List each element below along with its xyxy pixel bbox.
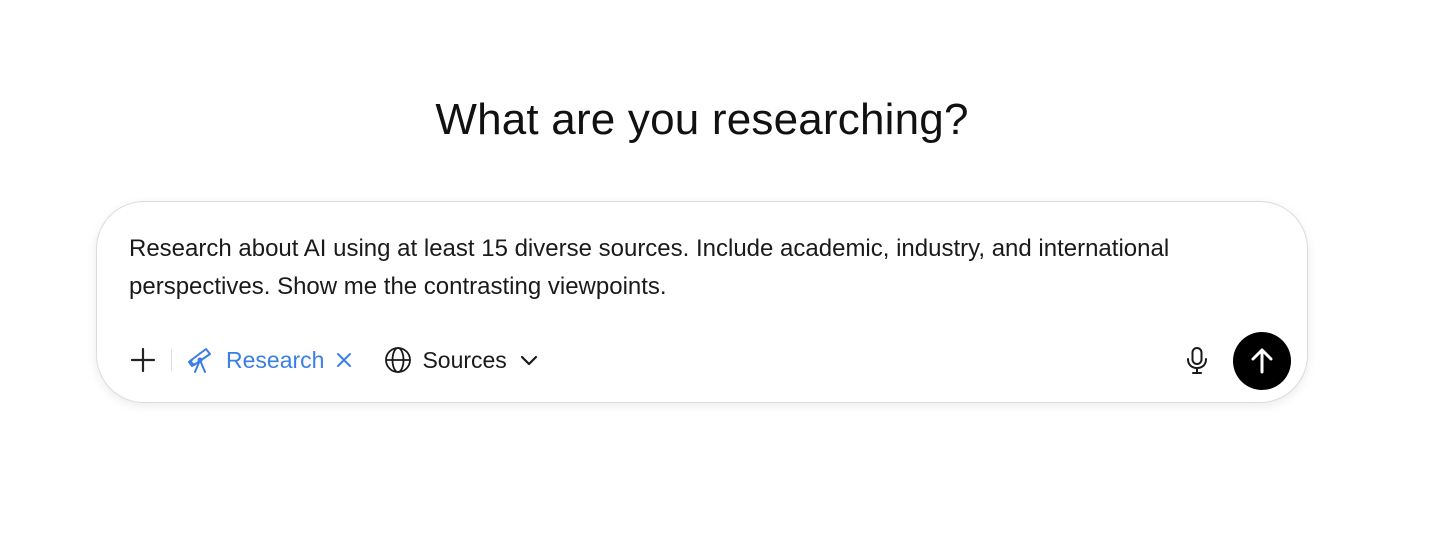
plus-icon <box>130 347 156 373</box>
prompt-input[interactable]: Research about AI using at least 15 dive… <box>129 230 1269 306</box>
arrow-up-icon <box>1251 348 1273 374</box>
composer-actions <box>1177 332 1291 390</box>
close-icon <box>337 353 352 367</box>
sources-dropdown[interactable]: Sources <box>384 340 538 380</box>
add-attachment-button[interactable] <box>125 342 161 378</box>
globe-icon <box>385 347 412 373</box>
voice-input-button[interactable] <box>1177 341 1217 381</box>
composer-toolbar: Research Sources <box>125 332 539 388</box>
toolbar-divider <box>171 349 172 371</box>
research-chip-label: Research <box>226 346 325 373</box>
sources-label: Sources <box>422 346 507 373</box>
telescope-icon <box>188 348 211 373</box>
send-button[interactable] <box>1233 332 1291 390</box>
research-page: What are you researching? Research about… <box>0 0 1456 542</box>
prompt-composer: Research about AI using at least 15 dive… <box>96 201 1308 403</box>
microphone-icon <box>1187 347 1207 374</box>
page-title: What are you researching? <box>435 95 969 144</box>
chevron-down-icon <box>519 353 539 367</box>
remove-research-button[interactable] <box>334 350 354 370</box>
research-mode-chip[interactable]: Research <box>186 340 354 380</box>
